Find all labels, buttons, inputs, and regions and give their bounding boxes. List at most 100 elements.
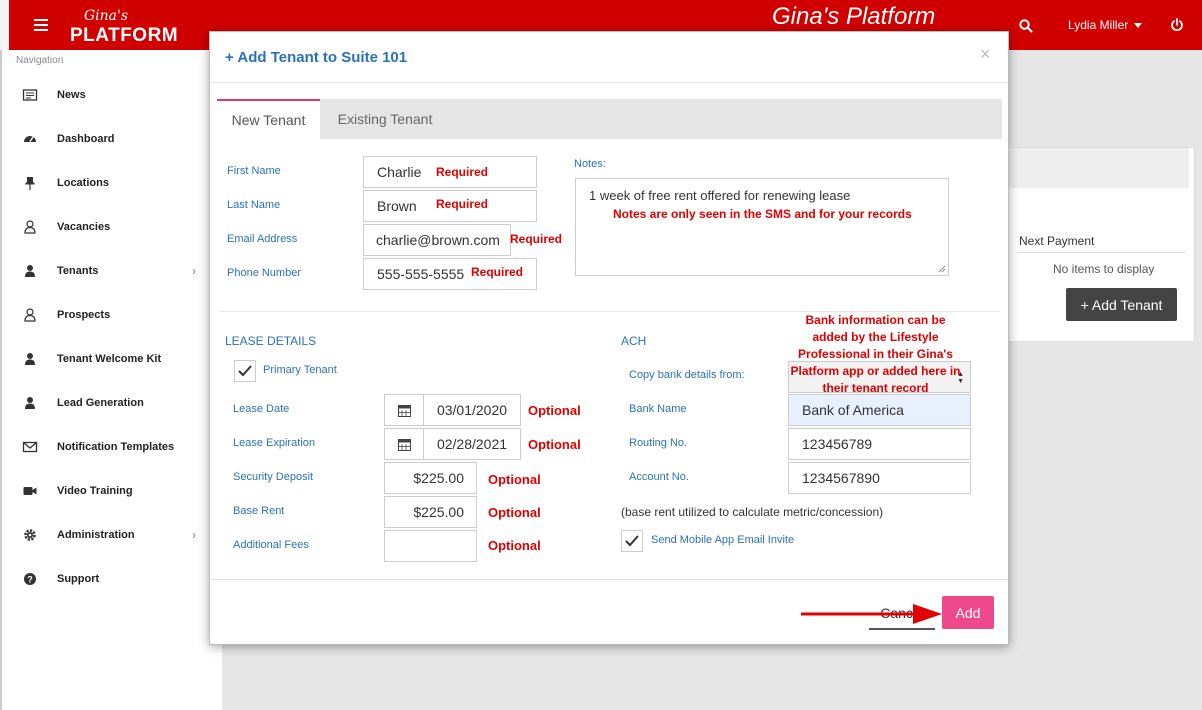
user-menu[interactable]: Lydia Miller <box>1068 18 1143 32</box>
resize-handle-icon[interactable] <box>938 265 946 273</box>
optional-indicator: Optional <box>488 538 541 553</box>
lease-date-label: Lease Date <box>233 403 290 415</box>
app-logo[interactable]: Gina's PLATFORM <box>68 8 178 46</box>
send-invite-label: Send Mobile App Email Invite <box>651 534 795 546</box>
sidebar-item-prospects[interactable]: Prospects <box>2 300 222 330</box>
sidebar-item-label: Support <box>57 573 100 585</box>
phone-value: 555-555-5555 <box>377 266 465 282</box>
add-button[interactable]: Add <box>942 596 994 629</box>
optional-indicator: Optional <box>528 403 581 418</box>
optional-indicator: Optional <box>488 472 541 487</box>
account-number-field[interactable]: 1234567890 <box>788 462 971 494</box>
envelope-icon <box>22 441 38 453</box>
checkmark-icon <box>238 365 252 377</box>
pushpin-icon <box>25 177 35 190</box>
lease-date-calendar-button[interactable] <box>384 394 424 426</box>
divider <box>210 579 1008 580</box>
chevron-right-icon: › <box>192 528 196 542</box>
gear-icon <box>24 529 36 541</box>
routing-number-label: Routing No. <box>629 437 688 449</box>
lease-details-title: LEASE DETAILS <box>225 334 317 348</box>
tenant-list-panel: Next Payment No items to display + Add T… <box>1008 147 1195 342</box>
calendar-icon <box>398 439 411 451</box>
panel-header <box>1009 148 1189 188</box>
sidebar-item-label: Lead Generation <box>57 397 144 409</box>
close-icon[interactable]: × <box>980 44 991 65</box>
search-icon[interactable] <box>1018 18 1034 34</box>
base-rent-value: $225.00 <box>413 504 464 520</box>
base-rent-note: (base rent utilized to calculate metric/… <box>621 505 884 519</box>
bank-name-label: Bank Name <box>629 403 687 415</box>
divider <box>1017 252 1185 253</box>
additional-fees-field[interactable] <box>384 530 477 562</box>
sidebar-item-support[interactable]: ? Support <box>2 564 222 594</box>
empty-state-text: No items to display <box>1053 262 1155 276</box>
base-rent-field[interactable]: $225.00 <box>384 496 477 528</box>
security-deposit-field[interactable]: $225.00 <box>384 462 477 494</box>
sidebar-item-lead-generation[interactable]: Lead Generation <box>2 388 222 418</box>
tab-new-tenant[interactable]: New Tenant <box>217 99 320 139</box>
user-outline-icon <box>24 220 36 234</box>
sidebar-item-dashboard[interactable]: Dashboard <box>2 124 222 154</box>
platform-title: Gina's Platform <box>772 3 936 30</box>
lease-expiration-label: Lease Expiration <box>233 437 315 449</box>
user-icon <box>25 265 35 277</box>
sidebar: Navigation News Dashboard Locations Vaca… <box>0 50 222 710</box>
last-name-label: Last Name <box>227 199 281 211</box>
notes-label: Notes: <box>574 158 606 170</box>
primary-tenant-checkbox[interactable] <box>234 360 256 382</box>
question-circle-icon: ? <box>24 573 36 585</box>
add-tenant-button[interactable]: + Add Tenant <box>1066 288 1177 321</box>
sidebar-item-label: Notification Templates <box>57 441 175 453</box>
routing-number-field[interactable]: 123456789 <box>788 428 971 460</box>
sidebar-item-vacancies[interactable]: Vacancies <box>2 212 222 242</box>
power-icon[interactable] <box>1170 18 1184 32</box>
tab-bar: New Tenant Existing Tenant <box>217 99 1002 139</box>
sidebar-item-video-training[interactable]: Video Training <box>2 476 222 506</box>
sidebar-item-tenant-welcome-kit[interactable]: Tenant Welcome Kit <box>2 344 222 374</box>
notes-annotation: Notes are only seen in the SMS and for y… <box>613 207 912 221</box>
sidebar-item-locations[interactable]: Locations <box>2 168 222 198</box>
ach-title: ACH <box>621 334 647 348</box>
hamburger-menu-icon[interactable] <box>34 16 48 34</box>
sidebar-item-tenants[interactable]: Tenants › <box>2 256 222 286</box>
video-camera-icon <box>23 487 37 495</box>
tab-existing-tenant[interactable]: Existing Tenant <box>320 99 450 139</box>
optional-indicator: Optional <box>528 437 581 452</box>
lease-expiration-calendar-button[interactable] <box>384 428 424 460</box>
sidebar-item-label: Video Training <box>57 485 133 497</box>
required-indicator: Required <box>471 265 524 279</box>
bank-name-field[interactable]: Bank of America <box>788 394 971 426</box>
phone-label: Phone Number <box>227 267 301 279</box>
logo-word-text: PLATFORM <box>70 25 179 46</box>
top-bar-edge <box>0 0 9 50</box>
modal-title: + Add Tenant to Suite 101 <box>225 49 408 66</box>
sidebar-item-label: Vacancies <box>57 221 111 233</box>
next-payment-column-header: Next Payment <box>1019 234 1095 248</box>
sidebar-item-notification-templates[interactable]: Notification Templates <box>2 432 222 462</box>
required-indicator: Required <box>436 165 489 179</box>
email-value: charlie@brown.com <box>376 232 500 248</box>
sidebar-item-label: Administration <box>57 529 135 541</box>
sidebar-item-label: Prospects <box>57 309 111 321</box>
user-name: Lydia Miller <box>1068 18 1129 32</box>
optional-indicator: Optional <box>488 505 541 520</box>
red-arrow-annotation <box>801 604 942 624</box>
notes-textarea[interactable]: 1 week of free rent offered for renewing… <box>575 178 949 276</box>
lease-date-input[interactable]: 03/01/2020 <box>423 394 521 426</box>
sidebar-item-label: Locations <box>57 177 109 189</box>
caret-down-icon <box>1134 23 1143 29</box>
base-rent-label: Base Rent <box>233 505 285 517</box>
lease-expiration-input[interactable]: 02/28/2021 <box>423 428 521 460</box>
newspaper-icon <box>22 89 38 101</box>
email-field[interactable]: charlie@brown.com <box>363 224 511 256</box>
first-name-value: Charlie <box>377 164 422 180</box>
bank-name-value: Bank of America <box>802 402 904 418</box>
chevron-right-icon: › <box>192 264 196 278</box>
send-invite-checkbox[interactable] <box>621 530 643 552</box>
sidebar-item-news[interactable]: News <box>2 80 222 110</box>
sidebar-item-administration[interactable]: Administration › <box>2 520 222 550</box>
sidebar-item-label: News <box>57 89 86 101</box>
sidebar-item-label: Dashboard <box>57 133 115 145</box>
checkmark-icon <box>625 535 639 547</box>
